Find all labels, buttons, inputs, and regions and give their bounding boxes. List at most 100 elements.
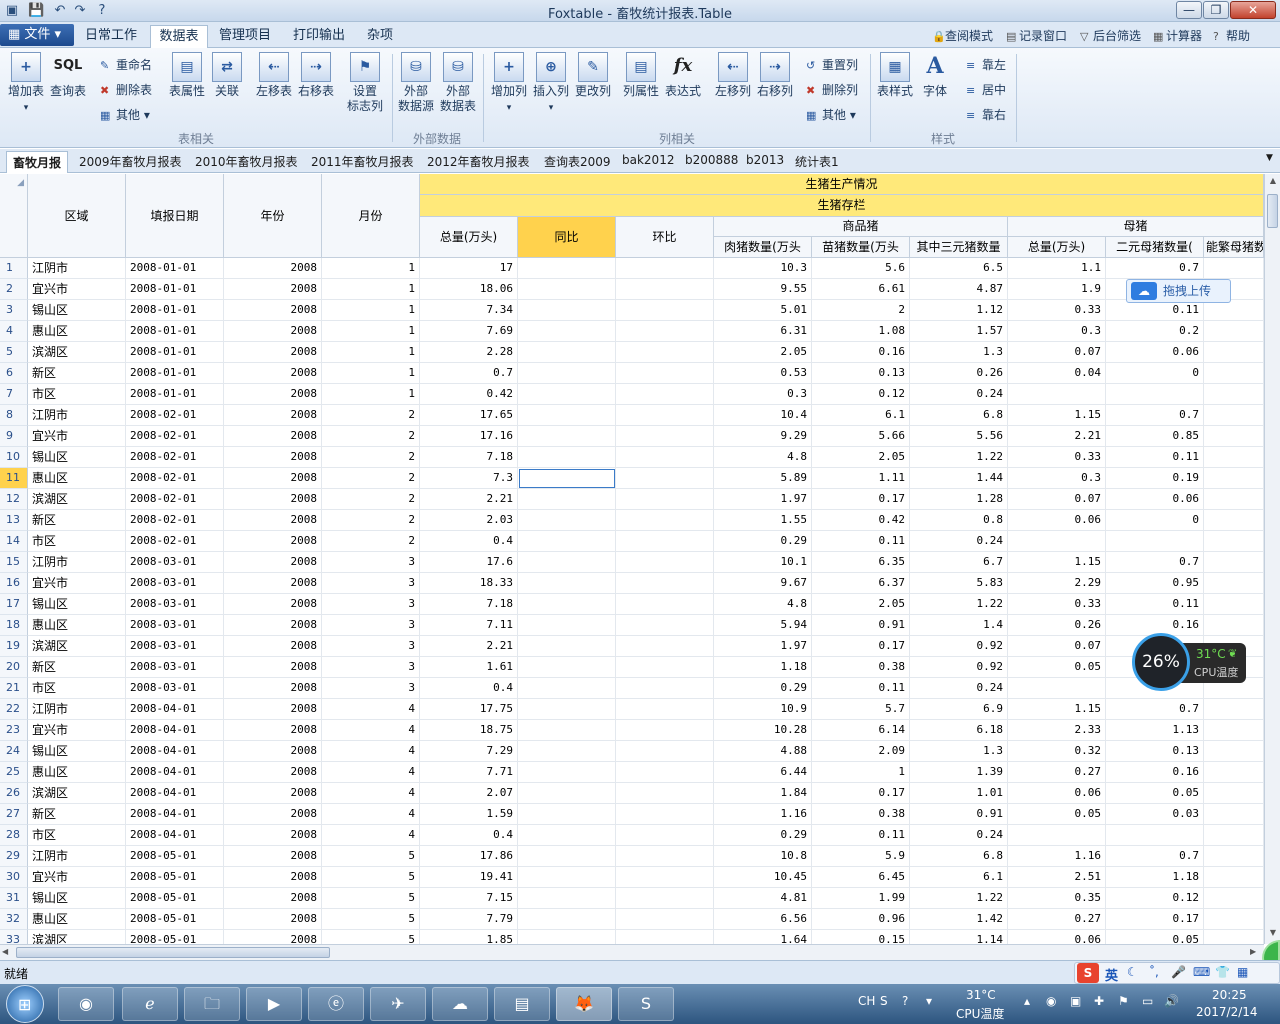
cell-total[interactable]: 18.33	[420, 573, 518, 594]
cell-breeding-sow[interactable]	[1204, 720, 1264, 741]
cell-breeding-sow[interactable]	[1204, 510, 1264, 531]
cell-month[interactable]: 2	[322, 510, 420, 531]
cell-report-date[interactable]: 2008-05-01	[126, 888, 224, 909]
row-number[interactable]: 11	[0, 468, 28, 489]
cell-total[interactable]: 0.4	[420, 825, 518, 846]
cell-piglet[interactable]: 0.96	[812, 909, 910, 930]
cell-breeding-sow[interactable]	[1204, 447, 1264, 468]
col-header-month[interactable]: 月份	[322, 174, 420, 258]
row-number[interactable]: 3	[0, 300, 28, 321]
row-number[interactable]: 13	[0, 510, 28, 531]
sheet-tab-livestock-monthly[interactable]: 畜牧月报	[6, 151, 69, 173]
cell-breeding-sow[interactable]	[1204, 888, 1264, 909]
cell-breeding-sow[interactable]	[1204, 321, 1264, 342]
cell-three-cross[interactable]: 0.92	[910, 636, 1008, 657]
cell-meat-pig[interactable]: 5.01	[714, 300, 812, 321]
sheet-tab-2012[interactable]: 2012年畜牧月报表	[427, 153, 530, 170]
cell-meat-pig[interactable]: 5.94	[714, 615, 812, 636]
sheet-tab-stat1[interactable]: 统计表1	[795, 153, 839, 170]
cell-region[interactable]: 江阴市	[28, 846, 126, 867]
cell-mom[interactable]	[616, 468, 714, 489]
cell-report-date[interactable]: 2008-02-01	[126, 426, 224, 447]
cpu-widget[interactable]: 31°C ❦ CPU温度 26%	[1130, 633, 1248, 693]
cell-mom[interactable]	[616, 594, 714, 615]
tray-flag-icon[interactable]: ⚑	[1118, 994, 1129, 1008]
cell-three-cross[interactable]: 6.9	[910, 699, 1008, 720]
cell-breeding-sow[interactable]	[1204, 594, 1264, 615]
cell-region[interactable]: 市区	[28, 384, 126, 405]
cell-sow-total[interactable]: 0.06	[1008, 510, 1106, 531]
cell-two-cross-sow[interactable]: 0.19	[1106, 468, 1204, 489]
cell-month[interactable]: 1	[322, 384, 420, 405]
cell-three-cross[interactable]: 1.22	[910, 594, 1008, 615]
cell-yoy[interactable]	[518, 510, 616, 531]
cell-sow-total[interactable]: 2.21	[1008, 426, 1106, 447]
cell-year[interactable]: 2008	[224, 573, 322, 594]
sheet-tab-bak2012[interactable]: bak2012	[622, 153, 674, 167]
cell-month[interactable]: 4	[322, 762, 420, 783]
cell-breeding-sow[interactable]	[1204, 762, 1264, 783]
cell-region[interactable]: 锡山区	[28, 594, 126, 615]
row-number[interactable]: 1	[0, 258, 28, 279]
cell-year[interactable]: 2008	[224, 363, 322, 384]
cell-month[interactable]: 2	[322, 447, 420, 468]
cell-month[interactable]: 1	[322, 363, 420, 384]
cell-piglet[interactable]: 0.91	[812, 615, 910, 636]
cell-mom[interactable]	[616, 783, 714, 804]
tab-daily-work[interactable]: 日常工作	[80, 25, 142, 48]
cell-two-cross-sow[interactable]: 0.13	[1106, 741, 1204, 762]
cell-piglet[interactable]: 0.11	[812, 531, 910, 552]
cell-yoy[interactable]	[518, 762, 616, 783]
cell-two-cross-sow[interactable]: 1.13	[1106, 720, 1204, 741]
cell-meat-pig[interactable]: 9.55	[714, 279, 812, 300]
cell-region[interactable]: 新区	[28, 363, 126, 384]
cell-breeding-sow[interactable]	[1204, 846, 1264, 867]
cell-three-cross[interactable]: 0.91	[910, 804, 1008, 825]
cell-yoy[interactable]	[518, 636, 616, 657]
cell-region[interactable]: 宜兴市	[28, 573, 126, 594]
tab-print-output[interactable]: 打印输出	[288, 25, 350, 48]
row-number[interactable]: 23	[0, 720, 28, 741]
cell-total[interactable]: 7.34	[420, 300, 518, 321]
cell-sow-total[interactable]: 0.26	[1008, 615, 1106, 636]
cell-month[interactable]: 1	[322, 321, 420, 342]
row-number[interactable]: 14	[0, 531, 28, 552]
cell-sow-total[interactable]: 1.15	[1008, 699, 1106, 720]
cell-mom[interactable]	[616, 741, 714, 762]
taskbar-app-cloud[interactable]: ☁	[432, 987, 488, 1021]
cell-meat-pig[interactable]: 1.16	[714, 804, 812, 825]
add-table-button[interactable]: + 增加表 ▾	[6, 52, 46, 116]
cell-mom[interactable]	[616, 615, 714, 636]
row-number[interactable]: 20	[0, 657, 28, 678]
column-other-button[interactable]: ▦ 其他 ▾	[806, 106, 856, 123]
cell-month[interactable]: 5	[322, 846, 420, 867]
cell-mom[interactable]	[616, 258, 714, 279]
cell-report-date[interactable]: 2008-05-01	[126, 930, 224, 944]
sheet-tab-b2013[interactable]: b2013	[746, 153, 784, 167]
cell-piglet[interactable]: 5.9	[812, 846, 910, 867]
cell-sow-total[interactable]: 0.32	[1008, 741, 1106, 762]
row-number[interactable]: 31	[0, 888, 28, 909]
move-table-right-button[interactable]: ⇢ 右移表	[296, 52, 336, 99]
cell-piglet[interactable]: 6.14	[812, 720, 910, 741]
cell-sow-total[interactable]: 0.35	[1008, 888, 1106, 909]
taskbar-app-sheets[interactable]: S	[618, 987, 674, 1021]
drag-upload-button[interactable]: ☁ 拖拽上传	[1126, 279, 1231, 303]
cell-region[interactable]: 滨湖区	[28, 930, 126, 944]
cell-month[interactable]: 4	[322, 825, 420, 846]
sheet-tab-2009[interactable]: 2009年畜牧月报表	[79, 153, 182, 170]
cell-mom[interactable]	[616, 846, 714, 867]
cell-year[interactable]: 2008	[224, 321, 322, 342]
cell-piglet[interactable]: 5.7	[812, 699, 910, 720]
row-number[interactable]: 33	[0, 930, 28, 944]
col-header-year[interactable]: 年份	[224, 174, 322, 258]
reset-columns-button[interactable]: ↺ 重置列	[806, 56, 858, 73]
lookup-mode-button[interactable]: 🔒查阅模式	[932, 27, 993, 44]
cell-breeding-sow[interactable]	[1204, 699, 1264, 720]
cell-breeding-sow[interactable]	[1204, 426, 1264, 447]
cell-total[interactable]: 7.15	[420, 888, 518, 909]
cell-year[interactable]: 2008	[224, 741, 322, 762]
cell-sow-total[interactable]: 1.9	[1008, 279, 1106, 300]
cell-mom[interactable]	[616, 279, 714, 300]
cell-sow-total[interactable]: 0.33	[1008, 447, 1106, 468]
